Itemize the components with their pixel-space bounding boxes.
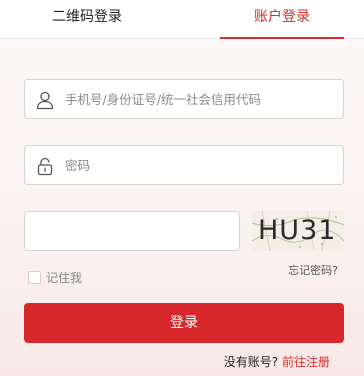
lock-icon	[35, 156, 55, 176]
login-button[interactable]: 登录	[24, 303, 344, 343]
captcha-field[interactable]	[24, 211, 240, 251]
remember-me[interactable]: 记住我	[28, 270, 83, 285]
username-input[interactable]	[65, 80, 335, 118]
captcha-input[interactable]	[25, 212, 239, 250]
captcha-image-text: HU31	[258, 215, 337, 246]
no-account-text: 没有账号?	[223, 355, 279, 369]
register-link[interactable]: 前往注册	[282, 355, 330, 369]
remember-me-checkbox[interactable]	[28, 270, 41, 284]
username-field[interactable]	[24, 79, 344, 119]
password-field[interactable]	[24, 145, 344, 185]
register-prompt: 没有账号? 前往注册	[224, 353, 330, 370]
tab-qr-login[interactable]: 二维码登录	[0, 0, 174, 39]
login-tabs: 二维码登录 账户登录	[0, 0, 364, 39]
password-input[interactable]	[65, 146, 335, 184]
user-icon	[35, 90, 55, 110]
tab-account-login[interactable]: 账户登录	[220, 0, 344, 39]
remember-me-label: 记住我	[46, 270, 83, 285]
captcha-image[interactable]: HU31	[252, 211, 344, 251]
forgot-password-link[interactable]: 忘记密码?	[288, 262, 338, 278]
